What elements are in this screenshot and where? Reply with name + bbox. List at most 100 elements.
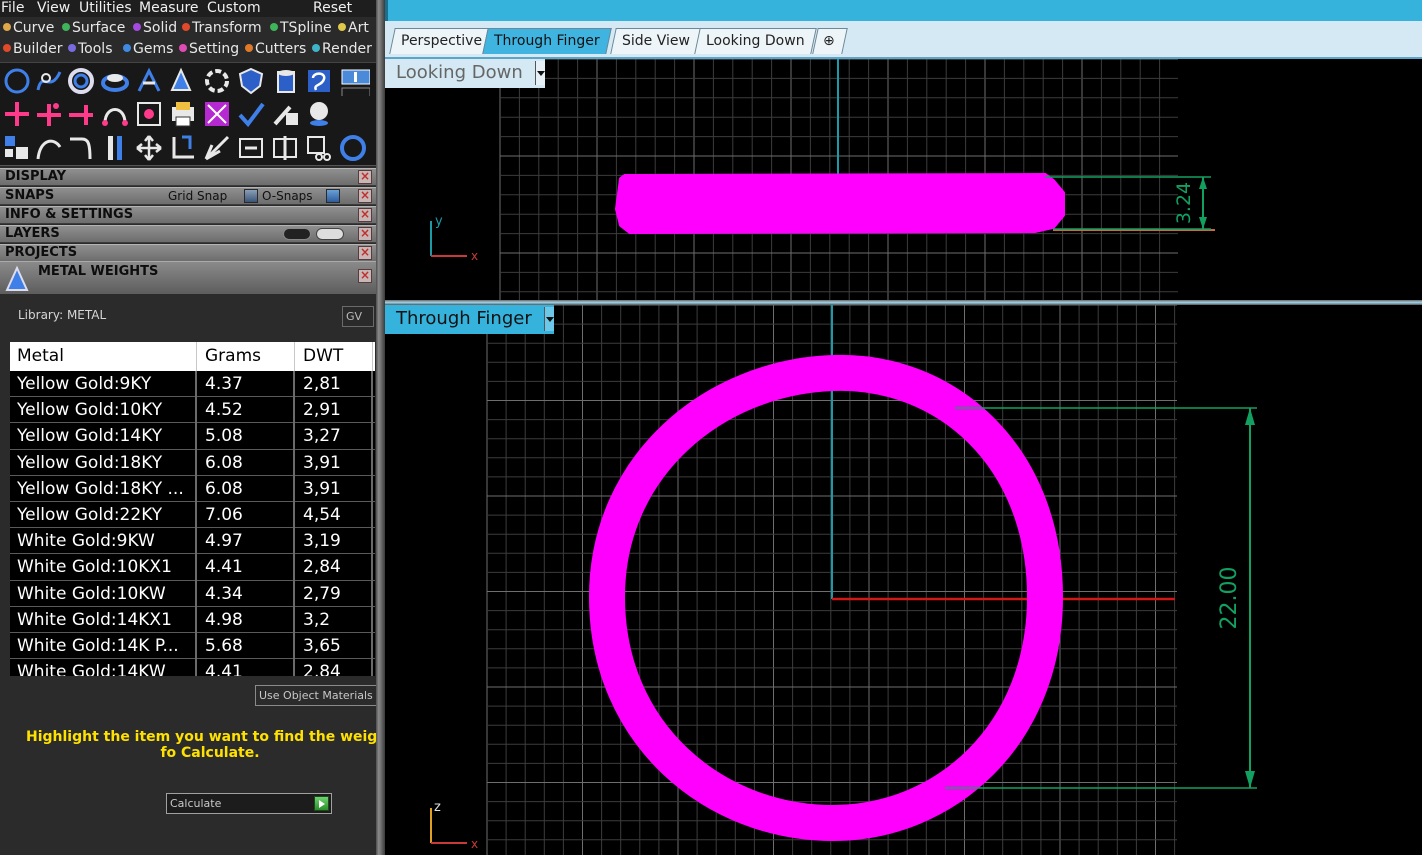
- tab-side-view[interactable]: Side View: [610, 28, 702, 54]
- gem-shield-icon[interactable]: [236, 66, 266, 96]
- tab-through-finger[interactable]: Through Finger: [482, 28, 612, 54]
- ribbon-tab-cutters[interactable]: Cutters: [245, 39, 306, 59]
- ring-band-top-view[interactable]: [614, 172, 1065, 235]
- chevron-down-icon[interactable]: [534, 61, 545, 85]
- grid-snap-toggle[interactable]: [244, 189, 258, 203]
- split-icon[interactable]: [270, 133, 300, 163]
- menu-file[interactable]: File: [1, 0, 24, 16]
- eye-icon[interactable]: [316, 228, 344, 240]
- spiral-icon[interactable]: [304, 66, 334, 96]
- section-info-settings[interactable]: INFO & SETTINGS ×: [0, 206, 376, 224]
- ribbon-tab-tspline[interactable]: TSpline: [270, 18, 332, 38]
- ribbon-tab-tools[interactable]: Tools: [68, 39, 113, 59]
- ribbon-tab-gems[interactable]: Gems: [123, 39, 173, 59]
- array-icon[interactable]: [236, 133, 266, 163]
- add-point-icon[interactable]: [2, 99, 32, 129]
- scale-icon[interactable]: [202, 133, 232, 163]
- mirror-icon[interactable]: [100, 133, 130, 163]
- close-icon[interactable]: ×: [358, 170, 372, 184]
- panel-splitter[interactable]: [376, 0, 385, 855]
- cone-setting-icon[interactable]: [166, 66, 196, 96]
- table-row[interactable]: White Gold:9KW 4.97 3,19: [10, 528, 375, 555]
- bezel-icon[interactable]: [202, 66, 232, 96]
- menu-custom[interactable]: Custom: [207, 0, 261, 16]
- use-object-materials-button[interactable]: Use Object Materials: [255, 685, 376, 706]
- table-row[interactable]: White Gold:14KX1 4.98 3,2: [10, 607, 375, 633]
- section-display[interactable]: DISPLAY ×: [0, 168, 376, 186]
- ribbon-tab-surface[interactable]: Surface: [62, 18, 125, 38]
- cylinder-icon[interactable]: [270, 66, 300, 96]
- checkmark-icon[interactable]: [236, 99, 266, 129]
- menu-reset[interactable]: Reset: [313, 0, 352, 16]
- column-grams[interactable]: Grams: [205, 342, 261, 370]
- close-icon[interactable]: ×: [358, 246, 372, 260]
- table-row[interactable]: Yellow Gold:22KY 7.06 4,54: [10, 502, 375, 529]
- blocks-icon[interactable]: [2, 133, 32, 163]
- curve-edit-icon[interactable]: [100, 99, 130, 129]
- viewport-through-finger[interactable]: 22.00 z x Through Finger: [385, 305, 1422, 855]
- looking-down-canvas[interactable]: 3.24 y x: [385, 59, 1422, 300]
- close-icon[interactable]: ×: [358, 208, 372, 222]
- ribbon-tab-art[interactable]: Art: [338, 18, 369, 38]
- sphere-icon[interactable]: [304, 99, 334, 129]
- section-snaps[interactable]: SNAPS Grid Snap O-Snaps ×: [0, 187, 376, 205]
- tab-looking-down[interactable]: Looking Down: [694, 28, 817, 54]
- ribbon-tab-transform[interactable]: Transform: [182, 18, 262, 38]
- column-dwt[interactable]: DWT: [303, 342, 343, 370]
- column-metal[interactable]: Metal: [17, 342, 64, 370]
- ribbon-tab-curve[interactable]: Curve: [3, 18, 54, 38]
- chevron-down-icon[interactable]: [543, 307, 554, 331]
- menu-view[interactable]: View: [37, 0, 70, 16]
- move-icon[interactable]: [134, 133, 164, 163]
- table-row[interactable]: White Gold:14K P... 5.68 3,65: [10, 633, 375, 660]
- band-ring-icon[interactable]: [100, 66, 130, 96]
- cut-icon[interactable]: [304, 133, 334, 163]
- ribbon-tab-render[interactable]: Render: [312, 39, 372, 59]
- viewport-looking-down[interactable]: 3.24 y x Looking Down: [385, 59, 1422, 300]
- viewport-label-through-finger[interactable]: Through Finger: [385, 305, 554, 334]
- layer-toggle-icon[interactable]: [283, 228, 311, 240]
- circle-curve-icon[interactable]: [2, 66, 32, 96]
- table-row[interactable]: Yellow Gold:18KY ... 6.08 3,91: [10, 476, 375, 502]
- print-icon[interactable]: [168, 99, 198, 129]
- play-icon[interactable]: [314, 796, 329, 811]
- column-divider: [195, 371, 197, 676]
- table-row[interactable]: White Gold:10KW 4.34 2,79: [10, 581, 375, 607]
- through-finger-canvas[interactable]: 22.00 z x: [385, 305, 1422, 855]
- point-grid-icon[interactable]: [134, 99, 164, 129]
- table-row[interactable]: White Gold:14KW 4.41 2,84: [10, 659, 375, 676]
- close-icon[interactable]: ×: [358, 269, 372, 283]
- remove-point-icon[interactable]: [66, 99, 96, 129]
- table-row[interactable]: White Gold:10KX1 4.41 2,84: [10, 554, 375, 581]
- calculate-button[interactable]: Calculate: [166, 793, 332, 814]
- table-row[interactable]: Yellow Gold:10KY 4.52 2,91: [10, 397, 375, 424]
- ring-select-icon[interactable]: [338, 133, 368, 163]
- texture-icon[interactable]: [202, 99, 232, 129]
- close-icon[interactable]: ×: [358, 227, 372, 241]
- rotate-icon[interactable]: [168, 133, 198, 163]
- arc-icon[interactable]: [34, 133, 64, 163]
- menu-utilities[interactable]: Utilities: [79, 0, 132, 16]
- ring-icon[interactable]: [66, 66, 96, 96]
- add-tab-icon[interactable]: ⊕: [812, 28, 848, 54]
- section-layers[interactable]: LAYERS ×: [0, 225, 376, 243]
- o-snaps-toggle[interactable]: [326, 189, 340, 203]
- close-icon[interactable]: ×: [358, 189, 372, 203]
- table-row[interactable]: Yellow Gold:9KY 4.37 2,81: [10, 371, 375, 398]
- freeform-curve-icon[interactable]: [34, 66, 64, 96]
- menu-measure[interactable]: Measure: [139, 0, 199, 16]
- viewport-label-looking-down[interactable]: Looking Down: [385, 59, 545, 88]
- tab-perspective[interactable]: Perspective: [389, 28, 494, 54]
- table-row[interactable]: Yellow Gold:14KY 5.08 3,27: [10, 423, 375, 450]
- section-projects[interactable]: PROJECTS ×: [0, 244, 376, 262]
- tools-icon[interactable]: [270, 99, 300, 129]
- ribbon-tab-setting[interactable]: Setting: [179, 39, 239, 59]
- panel-toggle-icon[interactable]: [340, 66, 370, 96]
- gv-button[interactable]: GV: [342, 306, 374, 327]
- ribbon-tab-builder[interactable]: Builder: [3, 39, 63, 59]
- ribbon-tab-solid[interactable]: Solid: [133, 18, 177, 38]
- insert-point-icon[interactable]: [34, 99, 64, 129]
- table-row[interactable]: Yellow Gold:18KY 6.08 3,91: [10, 450, 375, 476]
- prong-setting-icon[interactable]: [134, 66, 164, 96]
- fillet-icon[interactable]: [66, 133, 96, 163]
